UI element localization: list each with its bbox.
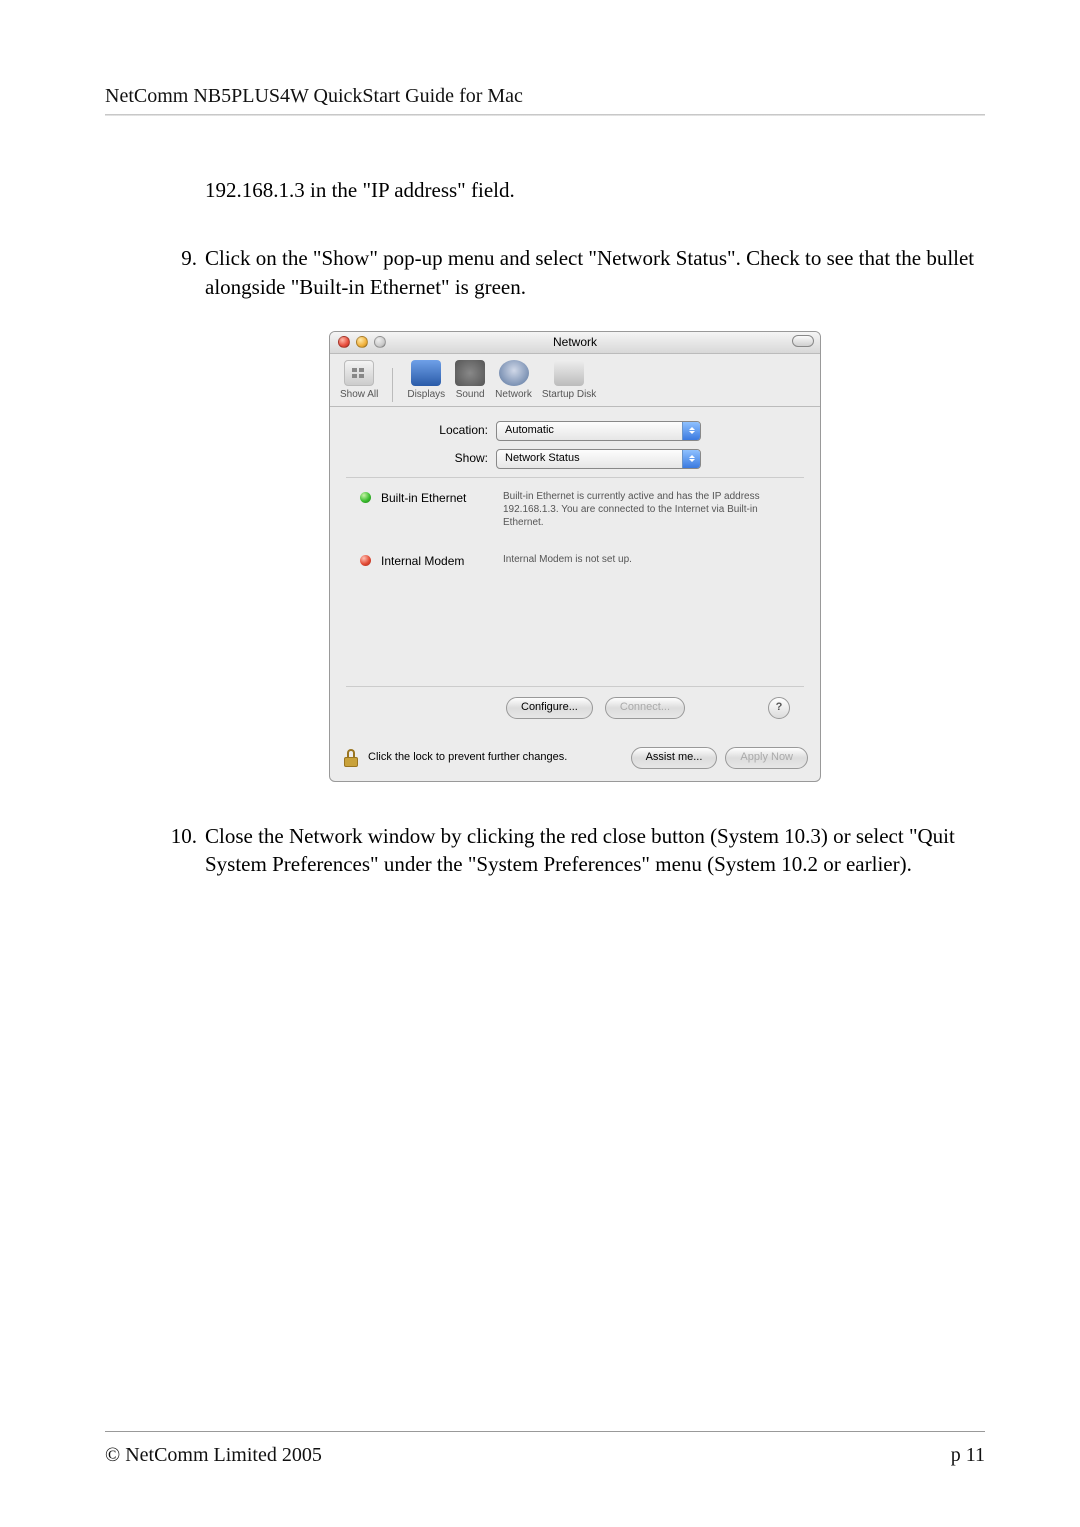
show-value: Network Status bbox=[497, 451, 682, 466]
step-10-text: Close the Network window by clicking the… bbox=[205, 822, 985, 879]
show-select[interactable]: Network Status bbox=[496, 449, 701, 469]
continued-text: 192.168.1.3 in the "IP address" field. bbox=[165, 176, 985, 204]
zoom-icon[interactable] bbox=[374, 336, 386, 348]
step-10: 10. Close the Network window by clicking… bbox=[165, 822, 985, 879]
toolbar-startup-label: Startup Disk bbox=[542, 388, 596, 402]
status-row-ethernet[interactable]: Built-in Ethernet Built-in Ethernet is c… bbox=[346, 478, 804, 541]
status-row-modem[interactable]: Internal Modem Internal Modem is not set… bbox=[346, 541, 804, 581]
toolbar-sound-label: Sound bbox=[455, 388, 485, 402]
assist-me-button[interactable]: Assist me... bbox=[631, 747, 718, 769]
toolbar-displays-label: Displays bbox=[407, 388, 445, 402]
step-9-text: Click on the "Show" pop-up menu and sele… bbox=[205, 244, 985, 301]
status-dot-red-icon bbox=[360, 555, 371, 566]
footer-page-number: p 11 bbox=[951, 1444, 985, 1467]
sound-icon bbox=[455, 360, 485, 386]
status-dot-green-icon bbox=[360, 492, 371, 503]
toolbar-pill-icon[interactable] bbox=[792, 335, 814, 347]
window-title: Network bbox=[553, 334, 597, 350]
location-select[interactable]: Automatic bbox=[496, 421, 701, 441]
location-value: Automatic bbox=[497, 423, 682, 438]
toolbar-startup[interactable]: Startup Disk bbox=[542, 360, 596, 402]
status-ethernet-name: Built-in Ethernet bbox=[381, 490, 493, 529]
status-modem-desc: Internal Modem is not set up. bbox=[503, 553, 632, 569]
step-9-number: 9. bbox=[165, 244, 205, 301]
help-button[interactable]: ? bbox=[768, 697, 790, 719]
show-all-icon bbox=[344, 360, 374, 386]
network-prefs-window: Network Show All Displays bbox=[329, 331, 821, 782]
toolbar-showall[interactable]: Show All bbox=[340, 360, 378, 402]
network-status-list: Built-in Ethernet Built-in Ethernet is c… bbox=[346, 477, 804, 687]
lock-icon[interactable] bbox=[342, 749, 360, 767]
window-titlebar: Network bbox=[330, 332, 820, 354]
lock-text: Click the lock to prevent further change… bbox=[368, 750, 567, 765]
page-header: NetComm NB5PLUS4W QuickStart Guide for M… bbox=[105, 85, 985, 115]
configure-button[interactable]: Configure... bbox=[506, 697, 593, 719]
toolbar-sound[interactable]: Sound bbox=[455, 360, 485, 402]
network-icon bbox=[499, 360, 529, 386]
toolbar-separator bbox=[392, 368, 393, 402]
startup-disk-icon bbox=[554, 360, 584, 386]
footer-copyright: © NetComm Limited 2005 bbox=[105, 1444, 322, 1467]
toolbar-network-label: Network bbox=[495, 388, 532, 402]
close-icon[interactable] bbox=[338, 336, 350, 348]
select-arrows-icon bbox=[682, 422, 700, 440]
toolbar-showall-label: Show All bbox=[340, 388, 378, 402]
displays-icon bbox=[411, 360, 441, 386]
apply-now-button[interactable]: Apply Now bbox=[725, 747, 808, 769]
connect-button[interactable]: Connect... bbox=[605, 697, 685, 719]
status-modem-name: Internal Modem bbox=[381, 553, 493, 569]
location-label: Location: bbox=[346, 422, 496, 438]
select-arrows-icon bbox=[682, 450, 700, 468]
step-9: 9. Click on the "Show" pop-up menu and s… bbox=[165, 244, 985, 301]
step-10-number: 10. bbox=[165, 822, 205, 879]
toolbar-displays[interactable]: Displays bbox=[407, 360, 445, 402]
show-label: Show: bbox=[346, 450, 496, 466]
prefs-toolbar: Show All Displays Sound Network bbox=[330, 354, 820, 407]
toolbar-network[interactable]: Network bbox=[495, 360, 532, 402]
minimize-icon[interactable] bbox=[356, 336, 368, 348]
status-ethernet-desc: Built-in Ethernet is currently active an… bbox=[503, 490, 790, 529]
